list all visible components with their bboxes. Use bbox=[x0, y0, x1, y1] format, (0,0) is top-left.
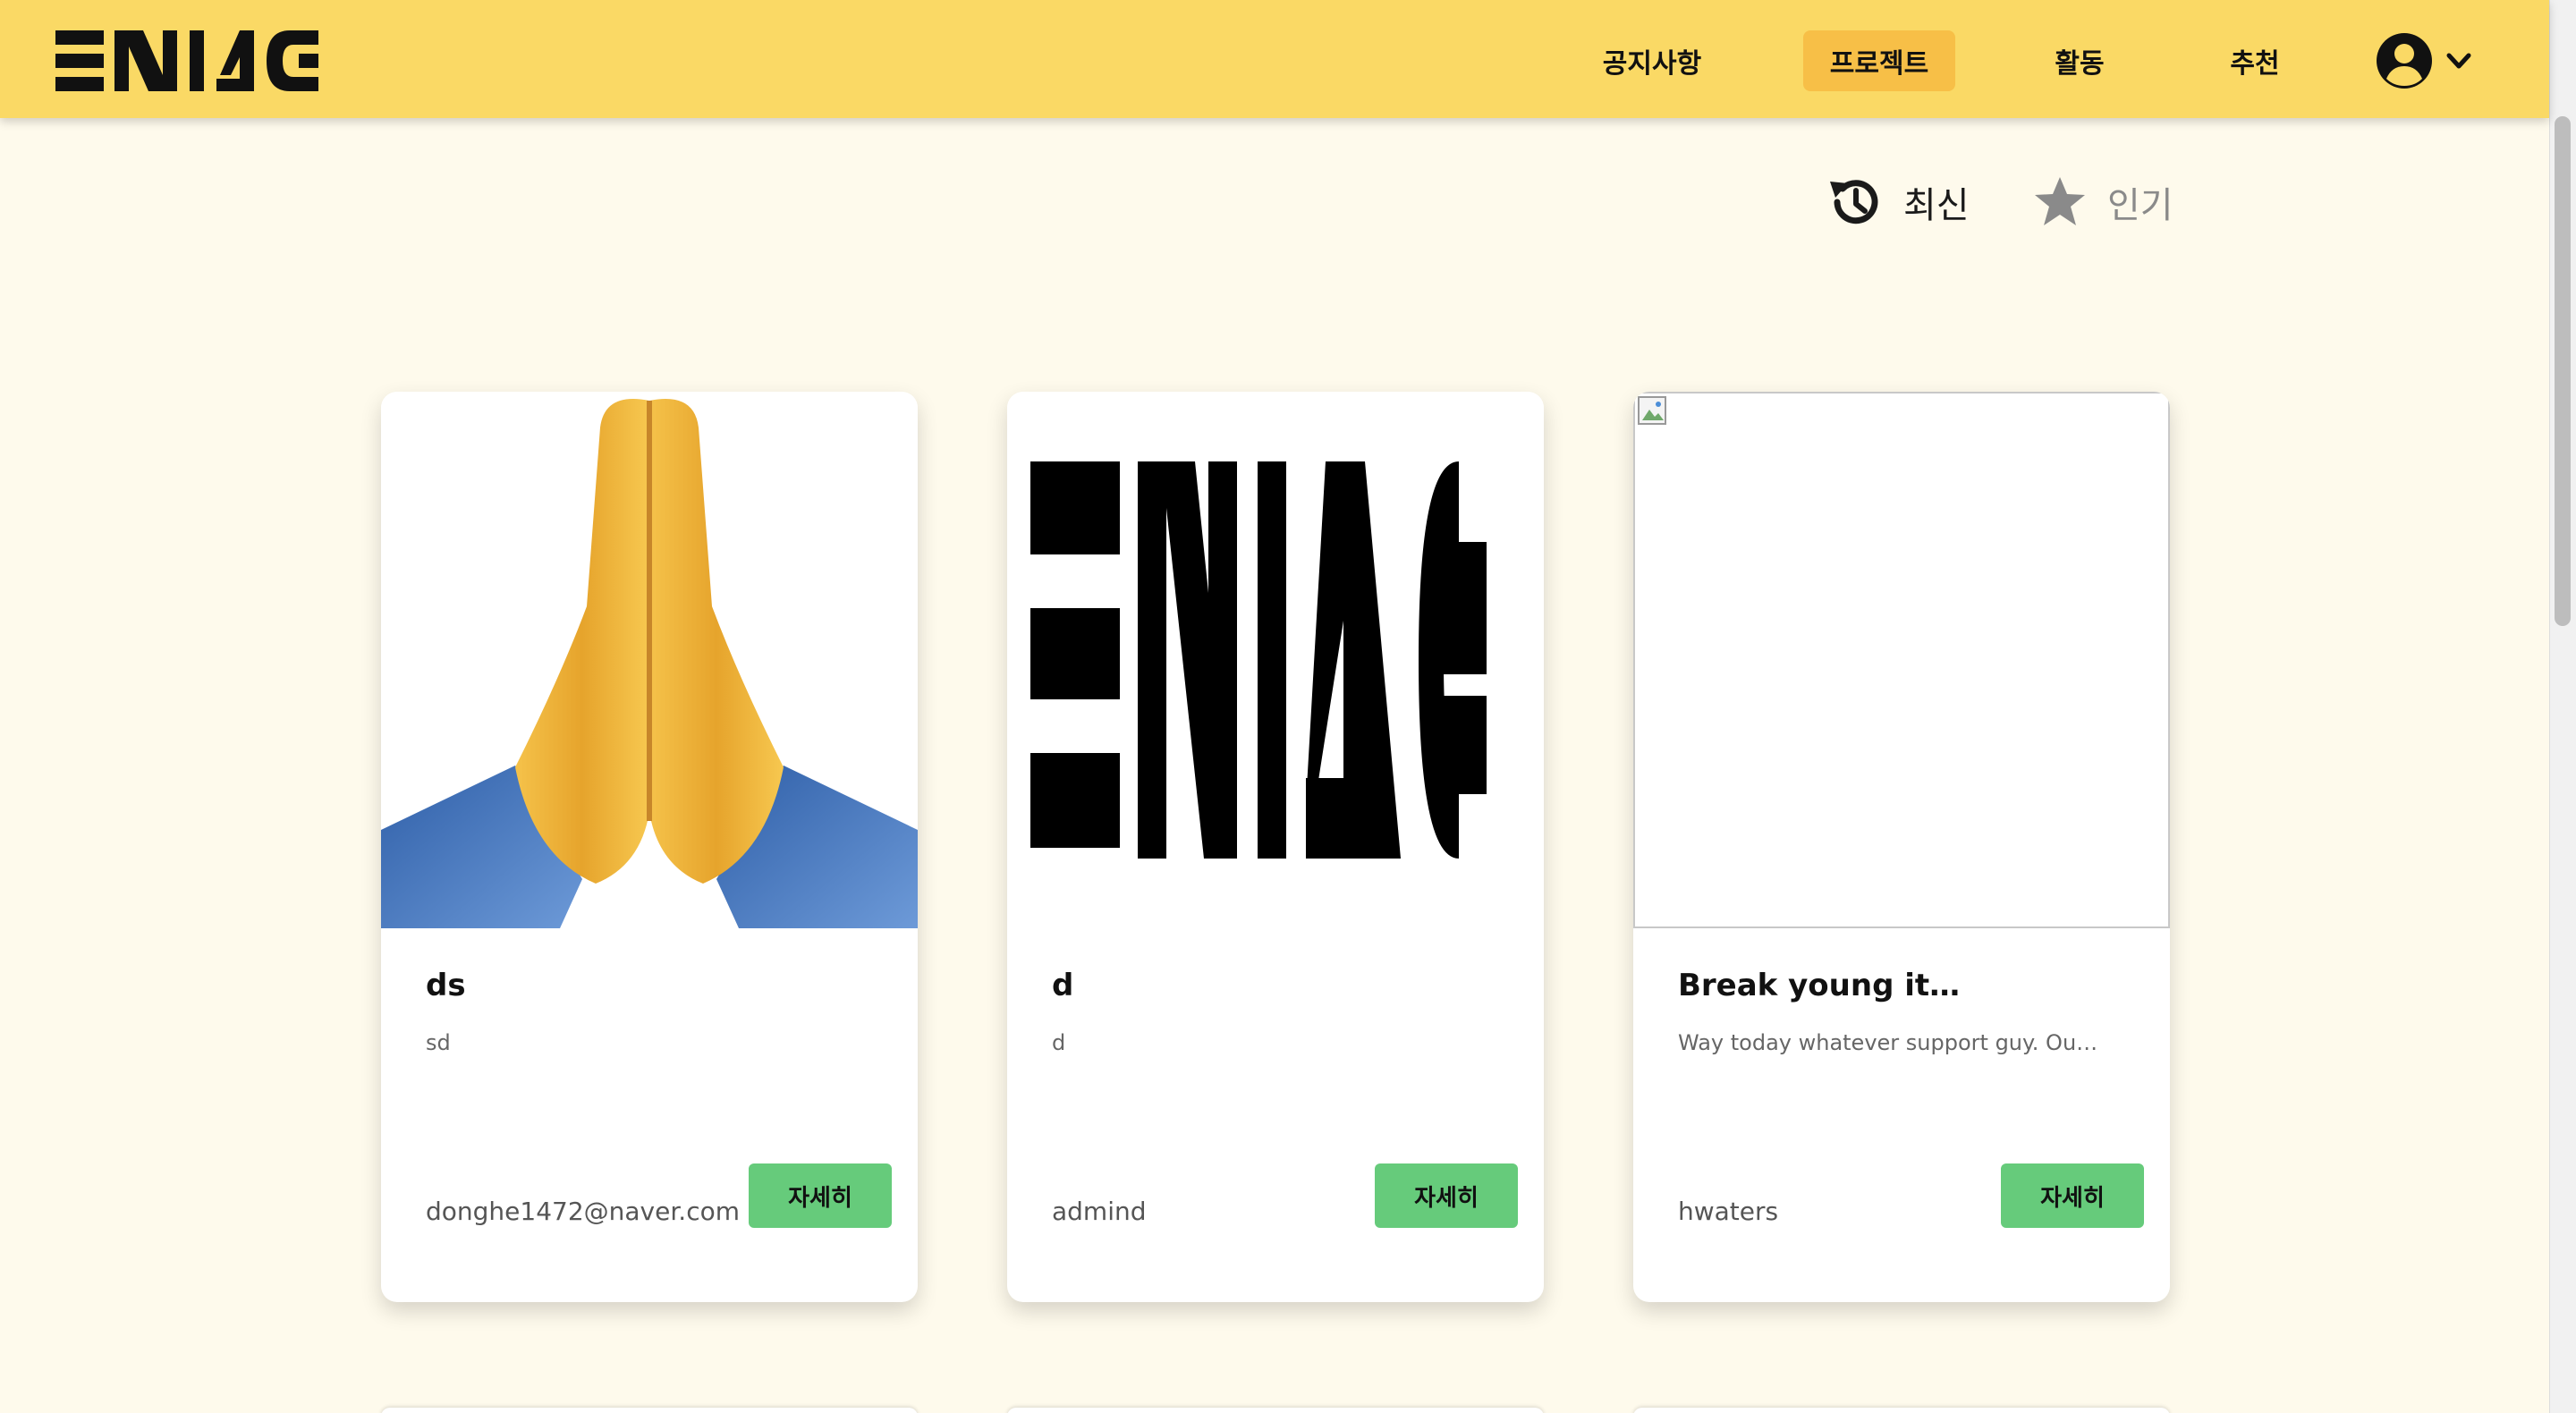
project-card[interactable]: Break young it… Way today whatever suppo… bbox=[1633, 392, 2170, 1302]
chevron-down-icon bbox=[2446, 53, 2471, 69]
broken-image-icon bbox=[1638, 396, 1666, 425]
card-description: d bbox=[1052, 1030, 1066, 1055]
project-card[interactable]: d d admind 자세히 bbox=[1007, 392, 1544, 1302]
card-author: hwaters bbox=[1678, 1197, 1779, 1226]
card-author: admind bbox=[1052, 1197, 1147, 1226]
user-circle-icon bbox=[2377, 33, 2432, 89]
card-author: donghe1472@naver.com bbox=[426, 1197, 740, 1226]
sort-popular-label: 인기 bbox=[2107, 185, 2174, 226]
details-button[interactable]: 자세히 bbox=[2001, 1163, 2144, 1228]
nav-activity[interactable]: 활동 bbox=[2039, 30, 2120, 91]
card-description: sd bbox=[426, 1030, 451, 1055]
sort-popular-button[interactable]: 인기 bbox=[2032, 168, 2174, 236]
nav-projects[interactable]: 프로젝트 bbox=[1803, 30, 1955, 91]
card-thumbnail[interactable] bbox=[381, 392, 918, 928]
scrollbar-thumb[interactable] bbox=[2555, 116, 2571, 626]
card-thumbnail[interactable] bbox=[1007, 392, 1544, 928]
profile-menu[interactable] bbox=[2376, 30, 2474, 91]
nav-recommend[interactable]: 추천 bbox=[2215, 30, 2295, 91]
next-row-card-edge bbox=[381, 1408, 918, 1413]
details-button[interactable]: 자세히 bbox=[749, 1163, 892, 1228]
sort-recent-label: 최신 bbox=[1903, 185, 1970, 226]
sort-recent-button[interactable]: 최신 bbox=[1825, 168, 1970, 236]
next-row-card-edge bbox=[1633, 1408, 2170, 1413]
next-row-card-edge bbox=[1007, 1408, 1544, 1413]
details-button[interactable]: 자세히 bbox=[1375, 1163, 1518, 1228]
card-thumbnail[interactable] bbox=[1633, 392, 2170, 928]
nav-notices[interactable]: 공지사항 bbox=[1585, 30, 1719, 91]
card-title: Break young it… bbox=[1678, 968, 1961, 1003]
eniac-logo-image bbox=[1030, 461, 1487, 859]
top-navigation-bar: 공지사항 프로젝트 활동 추천 bbox=[0, 0, 2549, 118]
star-icon bbox=[2035, 177, 2085, 225]
card-description: Way today whatever support guy. Ou… bbox=[1678, 1030, 2098, 1055]
eniac-logo[interactable] bbox=[55, 30, 318, 91]
folded-hands-emoji bbox=[381, 399, 918, 928]
card-title: d bbox=[1052, 968, 1074, 1003]
history-icon bbox=[1830, 180, 1878, 224]
project-card[interactable]: ds sd donghe1472@naver.com 자세히 bbox=[381, 392, 918, 1302]
card-title: ds bbox=[426, 968, 466, 1003]
